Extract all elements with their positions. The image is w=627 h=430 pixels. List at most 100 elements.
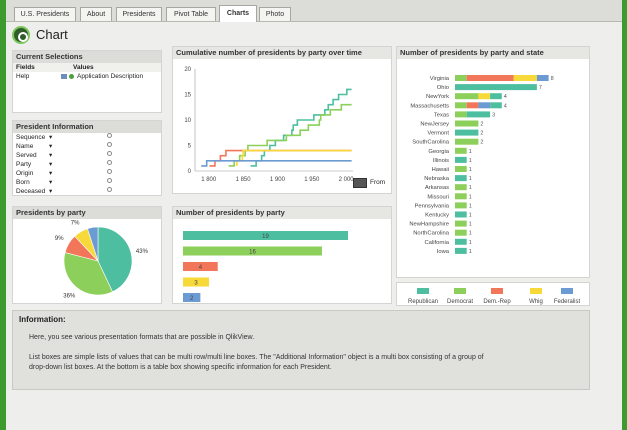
party-legend-box: Republican Democrat Dem.-Rep Whig Federalist	[396, 282, 590, 306]
stacked-bar-segment	[455, 156, 467, 163]
dropdown-arrow-icon[interactable]: ▾	[49, 169, 52, 178]
state-total-label: 4	[504, 94, 507, 100]
stacked-bar-segment	[455, 138, 479, 145]
state-label: Virginia	[430, 76, 450, 82]
tab-charts[interactable]: Charts	[219, 5, 257, 22]
dropdown-arrow-icon[interactable]: ▾	[49, 187, 52, 196]
stacked-bar-segment	[455, 166, 467, 172]
state-total-label: 1	[469, 213, 472, 219]
stacked-bar-segment	[466, 102, 479, 109]
bar-value-label: 19	[262, 234, 269, 240]
state-label: Nebraska	[424, 176, 450, 182]
state-label: Iowa	[437, 249, 450, 255]
state-total-label: 4	[504, 103, 507, 109]
dropdown-arrow-icon[interactable]: ▾	[49, 142, 52, 151]
tab-pivot-table[interactable]: Pivot Table	[166, 7, 216, 21]
field-label: Name	[16, 143, 34, 150]
stacked-bar-segment	[455, 220, 467, 227]
legend-swatch	[454, 288, 466, 294]
dropdown-arrow-icon[interactable]: ▾	[49, 178, 52, 187]
tab-photo[interactable]: Photo	[259, 7, 291, 21]
pie-slice-label: 36%	[63, 294, 76, 300]
presidents-by-party-bar-box[interactable]: Number of presidents by party 19 16 4 3 2	[172, 206, 392, 304]
state-total-label: 2	[480, 131, 483, 137]
stacked-bar-segment	[455, 93, 479, 100]
stacked-bar-segment	[455, 202, 467, 209]
calendar-icon[interactable]	[353, 178, 367, 188]
stacked-bar-segment	[455, 184, 467, 191]
circle-icon	[107, 133, 112, 138]
state-total-label: 1	[469, 149, 472, 155]
tab-us-presidents[interactable]: U.S. Presidents	[14, 7, 76, 21]
dropdown-arrow-icon[interactable]: ▾	[49, 151, 52, 160]
info-row-name[interactable]: Name ▾	[13, 142, 161, 151]
info-row-party[interactable]: Party ▾	[13, 160, 161, 169]
current-selections-caption: Current Selections	[13, 51, 161, 63]
fields-header: Fields	[16, 64, 35, 71]
party-bar-chart[interactable]: 1916432	[173, 219, 393, 305]
line-chart-caption: Cumulative number of presidents by party…	[173, 47, 391, 59]
series-line	[201, 160, 352, 167]
circle-icon	[107, 142, 112, 147]
cumulative-line-chart-box[interactable]: Cumulative number of presidents by party…	[172, 46, 392, 194]
current-selections-box[interactable]: Current Selections Fields Values Help Ap…	[12, 50, 162, 113]
bar-value-label: 16	[249, 250, 256, 256]
circle-icon	[107, 178, 112, 183]
state-total-label: 2	[480, 122, 483, 128]
qlikview-logo-icon	[12, 26, 30, 44]
legend-label: Republican	[408, 299, 438, 305]
tab-about[interactable]: About	[80, 7, 112, 21]
line-chart[interactable]: 0 5 10 15 20 1 800 1 850 1 900 1 950 2 000	[173, 59, 393, 195]
information-line-2: List boxes are simple lists of values th…	[29, 354, 484, 361]
lock-icon[interactable]	[61, 74, 67, 79]
field-label: Born	[16, 179, 30, 186]
tab-presidents[interactable]: Presidents	[116, 7, 162, 21]
state-total-label: 1	[469, 185, 472, 191]
stacked-bar-segment	[455, 175, 467, 182]
state-chart-caption: Number of presidents by party and state	[397, 47, 589, 59]
pie-chart[interactable]: 43% 36% 9% 7% 5%	[13, 219, 163, 305]
x-tick-label: 1 950	[304, 177, 320, 183]
party-state-chart-box[interactable]: Number of presidents by party and state …	[396, 46, 590, 278]
dropdown-arrow-icon[interactable]: ▾	[49, 133, 52, 142]
presidents-by-party-pie-box[interactable]: Presidents by party 43% 36% 9% 7% 5%	[12, 206, 162, 304]
stacked-bar-segment	[455, 84, 537, 91]
current-selections-header: Fields Values	[13, 63, 161, 72]
state-total-label: 1	[469, 240, 472, 246]
state-label: Kentucky	[425, 213, 449, 219]
info-row-deceased[interactable]: Deceased ▾	[13, 187, 161, 196]
legend-swatch	[561, 288, 573, 294]
info-row-origin[interactable]: Origin ▾	[13, 169, 161, 178]
y-tick-label: 0	[188, 169, 192, 175]
stacked-bar-segment	[478, 93, 491, 100]
party-legend: Republican Democrat Dem.-Rep Whig Federalist	[408, 288, 581, 305]
state-label: Georgia	[428, 149, 449, 155]
y-tick-label: 5	[188, 144, 192, 150]
info-row-born[interactable]: Born ▾	[13, 178, 161, 187]
state-total-label: 1	[469, 231, 472, 237]
state-label: Massachusetts	[410, 103, 449, 109]
circle-icon	[107, 151, 112, 156]
state-stacked-bar-chart[interactable]: Virginia 8 Ohio 7 NewYork 4 Massachusetts 4 Texa…	[397, 59, 591, 279]
state-label: Vermont	[427, 131, 449, 137]
y-tick-label: 10	[184, 118, 191, 124]
stacked-bar-segment	[455, 147, 467, 154]
stacked-bar-segment	[455, 193, 467, 200]
stacked-bar-segment	[513, 75, 537, 81]
series-line	[209, 149, 352, 167]
stacked-bar-segment	[455, 238, 467, 245]
state-total-label: 1	[469, 249, 472, 255]
dropdown-arrow-icon[interactable]: ▾	[49, 160, 52, 169]
x-tick-label: 2 000	[339, 177, 355, 183]
state-total-label: 2	[480, 140, 483, 146]
state-label: Texas	[434, 112, 449, 118]
series-line	[228, 103, 352, 167]
info-row-sequence[interactable]: Sequence ▾	[13, 133, 161, 142]
qlikview-window: U.S. Presidents About Presidents Pivot T…	[6, 0, 622, 430]
president-information-box[interactable]: President Information Sequence ▾ Name ▾ Se…	[12, 120, 162, 196]
state-total-label: 7	[539, 85, 542, 91]
y-tick-label: 20	[184, 67, 191, 73]
legend-label: Federalist	[554, 299, 581, 305]
info-row-served[interactable]: Served ▾	[13, 151, 161, 160]
current-selection-row[interactable]: Help Application Description	[13, 72, 161, 81]
